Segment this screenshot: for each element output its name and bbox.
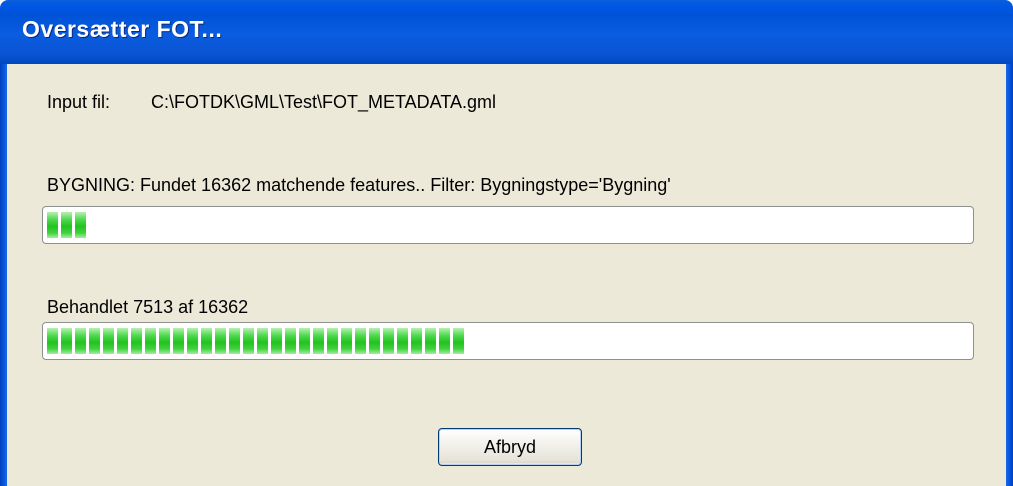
window-frame-right bbox=[1006, 64, 1013, 486]
feature-status-text: BYGNING: Fundet 16362 matchende features… bbox=[47, 175, 671, 195]
input-file-label: Input fil: bbox=[47, 92, 111, 112]
feature-progress-track bbox=[47, 212, 969, 238]
dialog-window: Oversætter FOT... Input fil: C:\FOTDK\GM… bbox=[0, 0, 1013, 486]
processing-progress-fill bbox=[47, 328, 464, 354]
feature-progress-bar bbox=[42, 206, 974, 244]
window-frame-left bbox=[0, 64, 7, 486]
feature-progress-fill bbox=[47, 212, 86, 238]
dialog-body: Input fil: C:\FOTDK\GML\Test\FOT_METADAT… bbox=[7, 64, 1006, 486]
processing-progress-track bbox=[47, 328, 969, 354]
title-bar[interactable]: Oversætter FOT... bbox=[0, 0, 1013, 64]
input-file-path: C:\FOTDK\GML\Test\FOT_METADATA.gml bbox=[151, 92, 497, 112]
processing-status-text: Behandlet 7513 af 16362 bbox=[47, 297, 249, 317]
cancel-button[interactable]: Afbryd bbox=[438, 428, 582, 466]
processing-progress-bar bbox=[42, 322, 974, 360]
window-title: Oversætter FOT... bbox=[22, 16, 223, 42]
